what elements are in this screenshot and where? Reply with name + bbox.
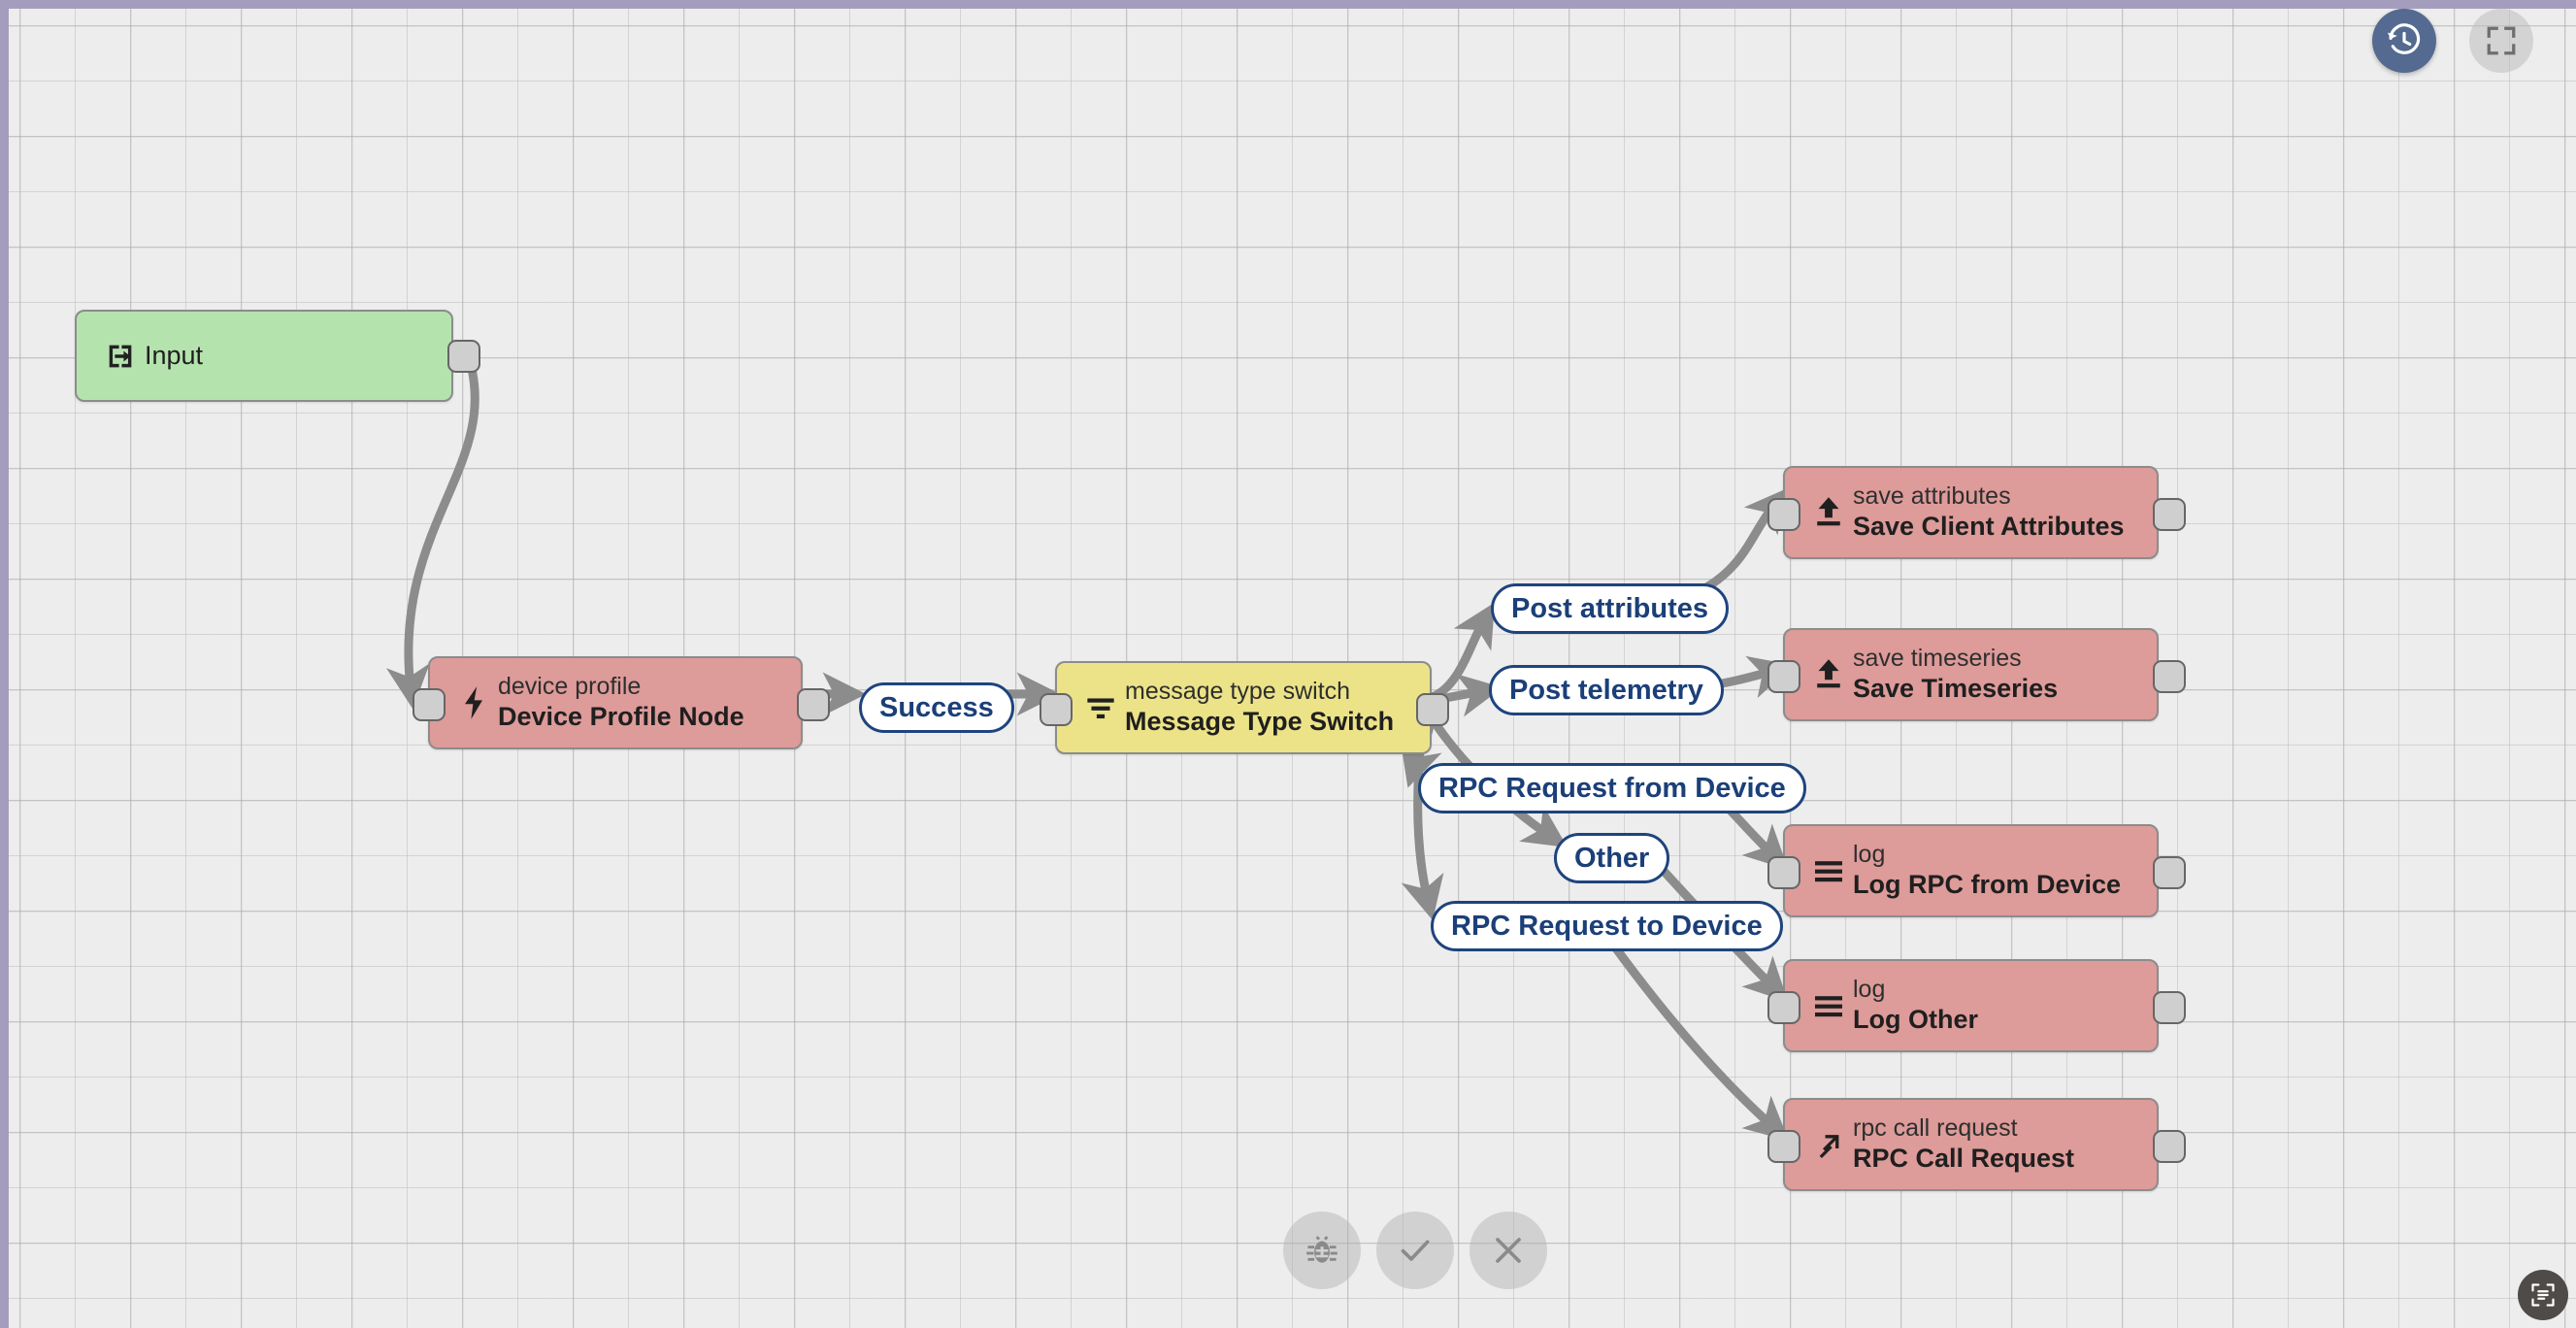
node-label-group: log Log RPC from Device — [1853, 841, 2121, 900]
port-out-log-other[interactable] — [2153, 991, 2186, 1024]
node-type: log — [1853, 841, 1886, 869]
node-label-group: device profile Device Profile Node — [498, 673, 744, 732]
port-in-message-type-switch[interactable] — [1040, 693, 1073, 726]
node-label-group: save attributes Save Client Attributes — [1853, 482, 2125, 542]
node-label-group: rpc call request RPC Call Request — [1853, 1114, 2074, 1174]
edge-label-rpc-request-from-device[interactable]: RPC Request from Device — [1418, 763, 1806, 813]
node-label-group: log Log Other — [1853, 976, 1978, 1035]
node-type: save attributes — [1853, 482, 2011, 511]
list-lines-icon — [1806, 992, 1851, 1019]
node-log-other[interactable]: log Log Other — [1783, 959, 2159, 1052]
node-type: message type switch — [1125, 678, 1351, 706]
port-out-rpc-call-request[interactable] — [2153, 1130, 2186, 1163]
list-lines-icon — [1806, 857, 1851, 884]
upload-icon — [1806, 658, 1851, 691]
node-save-client-attributes[interactable]: save attributes Save Client Attributes — [1783, 466, 2159, 559]
node-message-type-switch[interactable]: message type switch Message Type Switch — [1055, 661, 1432, 754]
node-type: rpc call request — [1853, 1114, 2018, 1143]
fullscreen-button[interactable] — [2469, 9, 2533, 73]
node-type: save timeseries — [1853, 645, 2022, 673]
debug-button[interactable] — [1283, 1212, 1361, 1289]
node-title: Input — [145, 340, 204, 370]
port-in-save-timeseries[interactable] — [1767, 660, 1800, 693]
flow-canvas[interactable]: Input device profile Device Profile Node — [9, 9, 2576, 1328]
edge-label-other[interactable]: Other — [1554, 833, 1670, 883]
filter-lines-icon — [1078, 693, 1123, 722]
port-out-save-client-attributes[interactable] — [2153, 498, 2186, 531]
bolt-icon — [451, 685, 496, 720]
scan-document-icon — [2529, 1281, 2557, 1309]
check-icon — [1396, 1231, 1435, 1270]
edge-switch-to-post-attributes — [1425, 602, 1496, 703]
fullscreen-icon — [2485, 24, 2518, 57]
node-label-group: save timeseries Save Timeseries — [1853, 645, 2058, 704]
port-out-message-type-switch[interactable] — [1416, 693, 1449, 726]
window-frame-left — [0, 0, 9, 1328]
node-save-timeseries[interactable]: save timeseries Save Timeseries — [1783, 628, 2159, 721]
port-out-input[interactable] — [447, 340, 480, 373]
window-frame-top — [0, 0, 2576, 9]
port-out-save-timeseries[interactable] — [2153, 660, 2186, 693]
node-title: Log RPC from Device — [1853, 869, 2122, 899]
node-title: RPC Call Request — [1853, 1143, 2075, 1173]
node-device-profile[interactable]: device profile Device Profile Node — [428, 656, 803, 749]
close-icon — [1489, 1231, 1528, 1270]
cancel-button[interactable] — [1470, 1212, 1547, 1289]
arrow-up-right-icon — [1806, 1129, 1851, 1160]
node-log-rpc-from-device[interactable]: log Log RPC from Device — [1783, 824, 2159, 917]
edge-label-post-attributes[interactable]: Post attributes — [1491, 583, 1730, 634]
rule-chain-editor: Input device profile Device Profile Node — [0, 0, 2576, 1328]
edge-label-post-telemetry[interactable]: Post telemetry — [1489, 665, 1724, 715]
port-in-log-other[interactable] — [1767, 991, 1800, 1024]
scan-button[interactable] — [2518, 1270, 2568, 1320]
port-in-save-client-attributes[interactable] — [1767, 498, 1800, 531]
node-label-group: message type switch Message Type Switch — [1125, 678, 1394, 737]
node-label-group: Input — [145, 341, 203, 372]
port-out-log-rpc-from-device[interactable] — [2153, 856, 2186, 889]
upload-icon — [1806, 496, 1851, 529]
node-title: Save Timeseries — [1853, 673, 2059, 703]
edge-post-attributes-to-save-attrs — [1695, 487, 1789, 596]
port-in-rpc-call-request[interactable] — [1767, 1130, 1800, 1163]
node-title: Log Other — [1853, 1004, 1978, 1034]
node-type: log — [1853, 976, 1886, 1004]
input-arrow-icon — [98, 340, 143, 373]
port-out-device-profile[interactable] — [797, 688, 830, 721]
edge-label-rpc-request-to-device[interactable]: RPC Request to Device — [1431, 901, 1783, 951]
node-title: Device Profile Node — [498, 701, 744, 731]
node-title: Save Client Attributes — [1853, 511, 2125, 541]
node-title: Message Type Switch — [1125, 706, 1395, 736]
port-in-device-profile[interactable] — [413, 688, 446, 721]
port-in-log-rpc-from-device[interactable] — [1767, 856, 1800, 889]
bug-icon — [1304, 1232, 1340, 1269]
apply-button[interactable] — [1376, 1212, 1454, 1289]
node-rpc-call-request[interactable]: rpc call request RPC Call Request — [1783, 1098, 2159, 1191]
history-clock-icon — [2386, 22, 2423, 59]
node-input[interactable]: Input — [75, 310, 453, 402]
node-type: device profile — [498, 673, 642, 701]
edge-input-to-device-profile — [386, 349, 479, 710]
history-button[interactable] — [2372, 9, 2436, 73]
edge-label-success[interactable]: Success — [859, 682, 1014, 733]
